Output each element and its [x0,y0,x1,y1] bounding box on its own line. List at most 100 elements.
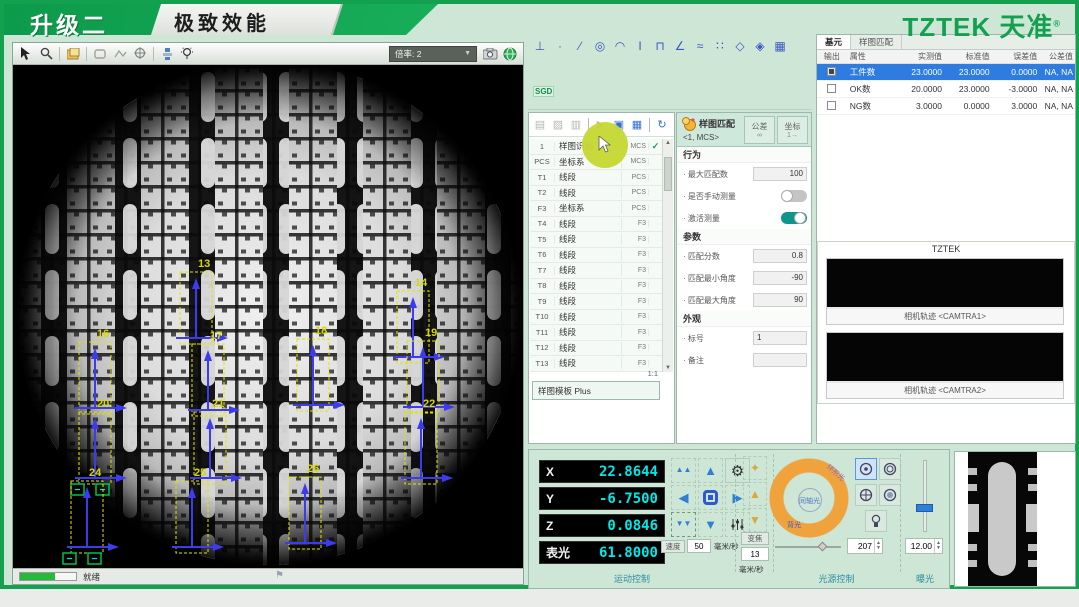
step-row[interactable]: T9 线段 F3 [530,294,662,310]
field-input[interactable]: 0.8 [753,249,807,263]
tab-pattern-match[interactable]: 样图匹配 [851,35,902,49]
coordinate-button[interactable]: 坐标1→ [777,116,808,144]
step-row[interactable]: T1 线段 PCS [530,170,662,186]
output-checkbox[interactable] [827,101,836,110]
globe-icon[interactable] [501,46,519,62]
exposure-slider-handle[interactable] [916,504,933,512]
fit-icon[interactable] [111,46,129,62]
pointer-tool-icon[interactable] [17,46,35,62]
coordinate-tool-icon[interactable]: ⊥ [530,38,550,54]
focus-up-button[interactable]: ▲ [743,482,767,506]
crosshair-icon[interactable] [131,46,149,62]
stop-icon [703,490,718,505]
step-row[interactable]: T6 线段 F3 [530,248,662,264]
banner-badge: 升级二 [30,6,108,40]
width-tool-icon[interactable]: ⊓ [650,38,670,54]
scatter-tool-icon[interactable]: ∷ [710,38,730,54]
scroll-thumb[interactable] [664,157,672,191]
exposure-spinbox[interactable]: 12.00 ▲▼ [905,538,943,554]
focus-speed-button[interactable]: 变焦 [741,532,769,545]
step-row[interactable]: T7 线段 F3 [530,263,662,279]
table-row[interactable]: 工件数 23.0000 23.0000 0.0000 NA, NA [817,64,1075,81]
point-tool-icon[interactable]: · [550,38,570,54]
save-step-icon[interactable]: ▥ [568,117,584,133]
focus-speed-input[interactable] [741,547,769,561]
jog-down-fast-button[interactable]: ▼▼ [671,512,696,537]
circle-tool-icon[interactable]: ◎ [590,38,610,54]
step-row[interactable]: T11 线段 F3 [530,325,662,341]
scroll-down-icon[interactable]: ▼ [663,365,673,371]
mode-badge: SGD [533,86,554,97]
step-check[interactable]: ✓ [649,141,662,152]
jog-stop-button[interactable] [698,485,723,510]
exposure-slider-track[interactable] [923,460,927,532]
step-row[interactable]: T13 线段 F3 [530,356,662,372]
line-tool-icon[interactable]: ∕ [570,38,590,54]
magnification-dropdown[interactable]: 倍率: 2▼ [389,46,477,62]
jog-up-fast-button[interactable]: ▲▲ [671,458,696,483]
step-row[interactable]: T5 线段 F3 [530,232,662,248]
magnifier-icon[interactable] [37,46,55,62]
step-row[interactable]: T12 线段 F3 [530,341,662,357]
jog-down-button[interactable]: ▼ [698,512,723,537]
autofocus-button[interactable]: ✦ [743,456,767,480]
light-value-spinbox[interactable]: 207 ▲▼ [847,538,883,554]
focus-down-button[interactable]: ▼ [743,508,767,532]
backlight-select-button[interactable] [865,510,887,532]
field-toggle[interactable] [781,212,807,224]
camera-field-of-view[interactable]: 131416171819202122242526 [13,65,523,569]
open-step-icon[interactable]: ▨ [550,117,566,133]
angle-tool-icon[interactable]: ∠ [670,38,690,54]
segment-light-select-button[interactable] [879,458,901,480]
level-icon[interactable] [158,46,176,62]
jog-up-button[interactable]: ▲ [698,458,723,483]
table-row[interactable]: OK数 20.0000 23.0000 -3.0000 NA, NA [817,81,1075,98]
calculator-tool-icon[interactable]: ▦ [770,38,790,54]
loop-icon[interactable]: ↻ [654,117,670,133]
pan-icon[interactable] [91,46,109,62]
field-input[interactable]: 90 [753,293,807,307]
output-checkbox[interactable] [827,67,836,76]
pattern-tool-icon[interactable]: ◈ [750,38,770,54]
tolerance-button[interactable]: 公差∞ [744,116,775,144]
table-row[interactable]: NG数 3.0000 0.0000 3.0000 NA, NA [817,98,1075,115]
camera-trace-2[interactable]: 相机轨迹 <CAMTRA2> [826,332,1064,399]
stop-icon[interactable]: ▦ [629,117,645,133]
step-row[interactable]: T4 线段 F3 [530,217,662,233]
slider-knob[interactable] [818,542,828,552]
height-tool-icon[interactable]: I [630,38,650,54]
output-checkbox[interactable] [827,84,836,93]
arc-tool-icon[interactable]: ◠ [610,38,630,54]
coaxial-light-select-button[interactable] [879,484,901,506]
new-step-icon[interactable]: ▤ [532,117,548,133]
ring-light-select-button[interactable] [855,458,877,480]
template-footer[interactable]: 样图模板 Plus [532,381,660,400]
step-row[interactable]: F3 坐标系 PCS [530,201,662,217]
speed-input[interactable] [687,539,711,553]
scroll-up-icon[interactable]: ▲ [663,140,673,146]
spinner-arrows[interactable]: ▲▼ [934,539,942,553]
light-intensity-slider[interactable] [775,546,841,548]
step-row[interactable]: T2 线段 PCS [530,186,662,202]
spinner-arrows[interactable]: ▲▼ [874,539,882,553]
field-input[interactable] [753,353,807,367]
curve-tool-icon[interactable]: ≈ [690,38,710,54]
step-row[interactable]: T8 线段 F3 [530,279,662,295]
field-input[interactable]: -90 [753,271,807,285]
field-input[interactable]: 100 [753,167,807,181]
jog-left-button[interactable]: ◀ [671,485,696,510]
field-input[interactable]: 1 [753,331,807,345]
steps-scrollbar[interactable]: ▲ ▼ [662,139,673,372]
section-title: 外观 [677,311,811,327]
axis-value: 61.8000 [599,545,658,561]
tab-primitives[interactable]: 基元 [817,35,851,49]
step-row[interactable]: T10 线段 F3 [530,310,662,326]
gallery-icon[interactable] [64,46,82,62]
lightbulb-icon[interactable] [178,46,196,62]
eraser-tool-icon[interactable]: ◇ [730,38,750,54]
step-name: 线段 [555,233,622,245]
field-toggle[interactable] [781,190,807,202]
quadrant-light-select-button[interactable] [855,484,877,506]
camera-trace-1[interactable]: 相机轨迹 <CAMTRA1> [826,258,1064,325]
snapshot-camera-icon[interactable] [481,46,499,62]
